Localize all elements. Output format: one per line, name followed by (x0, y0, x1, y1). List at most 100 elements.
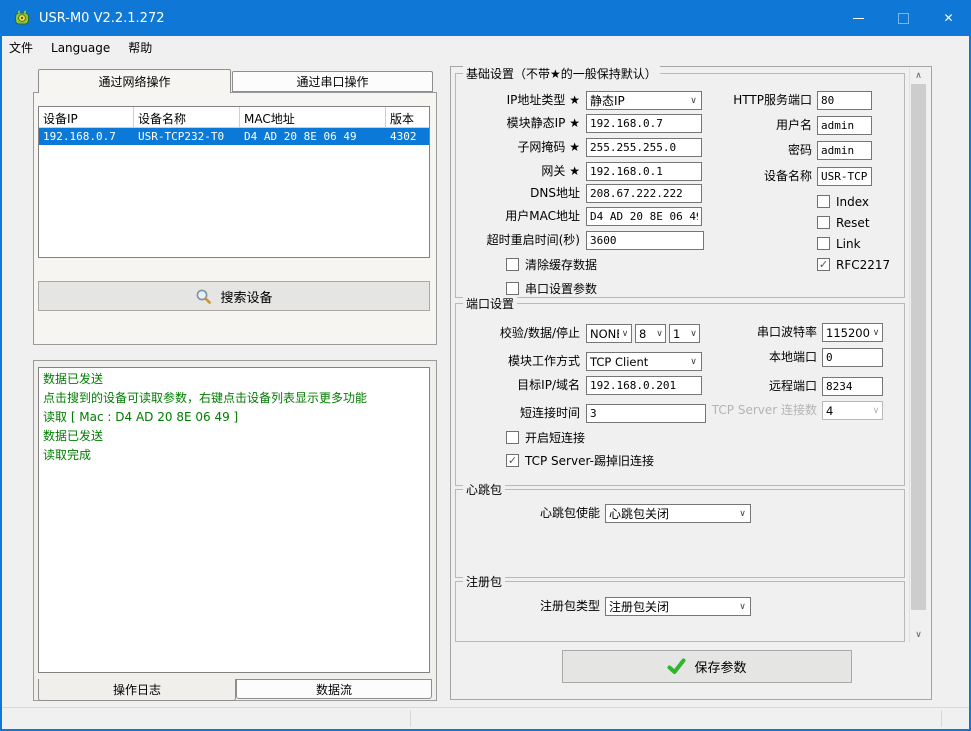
max-conn-select: 4 ∨ (822, 401, 883, 420)
serial-params-checkbox[interactable]: 串口设置参数 (506, 281, 597, 296)
local-port-label: 本地端口 (768, 350, 817, 364)
search-device-button[interactable]: 搜索设备 (38, 281, 430, 311)
header-mac[interactable]: MAC地址 (240, 107, 386, 128)
header-device-ip[interactable]: 设备IP (39, 107, 134, 128)
header-device-name[interactable]: 设备名称 (134, 107, 240, 128)
reset-box (817, 216, 830, 229)
tab-serial[interactable]: 通过串口操作 (232, 71, 433, 92)
tab-data-stream-label: 数据流 (315, 682, 352, 697)
maximize-button[interactable] (881, 0, 926, 36)
user-mac-label: 用户MAC地址 (505, 209, 580, 223)
local-port-input[interactable] (822, 348, 883, 367)
scroll-down-arrow[interactable]: ∨ (910, 626, 927, 643)
maximize-icon (898, 12, 909, 24)
minimize-icon (853, 17, 864, 19)
tab-operation-log[interactable]: 操作日志 (38, 679, 236, 701)
parity-label: 校验/数据/停止 (499, 326, 580, 340)
device-ip-cell: 192.168.0.7 (43, 130, 116, 143)
max-conn-value: 4 (826, 403, 834, 418)
rfc2217-checkbox[interactable]: ✓ RFC2217 (817, 257, 890, 272)
close-button[interactable]: ✕ (926, 0, 971, 36)
log-line: 读取 [ Mac : D4 AD 20 8E 06 49 ] (43, 410, 239, 424)
short-conn-label: 开启短连接 (525, 431, 586, 445)
group-basic-legend: 基础设置（不带★的一般保持默认） (463, 65, 660, 82)
rfc2217-label: RFC2217 (836, 257, 891, 272)
target-ip-label: 目标IP/域名 (517, 378, 580, 392)
save-params-button[interactable]: 保存参数 (562, 650, 852, 683)
max-conn-label: TCP Server 连接数 (711, 403, 817, 417)
device-name-input[interactable] (817, 167, 872, 186)
status-divider (941, 710, 942, 727)
subnet-mask-label: 子网掩码 ★ (517, 140, 580, 154)
window-title: USR-M0 V2.2.1.272 (39, 10, 165, 26)
kick-old-conn-checkbox[interactable]: ✓ TCP Server-踢掉旧连接 (506, 453, 654, 468)
index-label: Index (836, 194, 870, 209)
group-heartbeat-legend: 心跳包 (463, 481, 506, 498)
short-conn-box (506, 431, 519, 444)
link-checkbox[interactable]: Link (817, 236, 861, 251)
short-conn-checkbox[interactable]: 开启短连接 (506, 430, 585, 445)
settings-scrollbar: ∧ ∨ (909, 67, 926, 643)
scroll-up-arrow[interactable]: ∧ (910, 67, 927, 84)
static-ip-label: 模块静态IP ★ (506, 116, 580, 130)
serial-params-box (506, 282, 519, 295)
clear-cache-checkbox[interactable]: 清除缓存数据 (506, 257, 597, 272)
log-output[interactable]: 数据已发送 点击搜到的设备可读取参数，右键点击设备列表显示更多功能 读取 [ M… (38, 367, 430, 673)
minimize-button[interactable] (836, 0, 881, 36)
search-device-label: 搜索设备 (220, 290, 273, 306)
serial-params-label: 串口设置参数 (525, 282, 598, 296)
index-box (817, 195, 830, 208)
heartbeat-enable-select[interactable]: 心跳包关闭 ∨ (605, 504, 751, 523)
group-port-legend: 端口设置 (463, 295, 518, 312)
device-name-cell: USR-TCP232-T0 (138, 130, 225, 143)
scrollbar-thumb[interactable] (911, 84, 926, 610)
menu-file[interactable]: 文件 (0, 36, 42, 59)
dns-label: DNS地址 (530, 186, 580, 200)
tab-network[interactable]: 通过网络操作 (38, 69, 231, 93)
regpack-type-select[interactable]: 注册包关闭 ∨ (605, 597, 751, 616)
baud-rate-select[interactable]: 115200 ∨ (822, 323, 883, 342)
tab-serial-label: 通过串口操作 (296, 75, 369, 89)
remote-port-label: 远程端口 (768, 379, 817, 393)
device-mac-cell: D4 AD 20 8E 06 49 (244, 130, 357, 143)
clear-cache-label: 清除缓存数据 (525, 258, 598, 272)
tab-network-label: 通过网络操作 (98, 75, 171, 89)
clear-cache-box (506, 258, 519, 271)
dns-input[interactable] (586, 184, 702, 203)
device-row[interactable]: 192.168.0.7 USR-TCP232-T0 D4 AD 20 8E 06… (39, 128, 429, 145)
databits-select[interactable]: 8 ∨ (635, 324, 666, 343)
window-controls: ✕ (836, 0, 971, 36)
reset-checkbox[interactable]: Reset (817, 215, 870, 230)
tab-operation-log-label: 操作日志 (112, 683, 161, 697)
log-line: 数据已发送 (43, 372, 104, 386)
link-box (817, 237, 830, 250)
reset-label: Reset (836, 215, 870, 230)
device-version-cell: 4302 (390, 130, 417, 143)
log-line: 读取完成 (43, 448, 92, 462)
remote-port-input[interactable] (822, 377, 883, 396)
index-checkbox[interactable]: Index (817, 194, 869, 209)
menu-language[interactable]: Language (42, 38, 119, 58)
regpack-type-label: 注册包类型 (539, 599, 600, 613)
link-label: Link (836, 236, 861, 251)
password-input[interactable] (817, 141, 872, 160)
tab-data-stream[interactable]: 数据流 (236, 679, 432, 699)
baud-rate-label: 串口波特率 (756, 325, 817, 339)
http-port-label: HTTP服务端口 (733, 93, 812, 107)
heartbeat-enable-value: 心跳包关闭 (609, 507, 670, 521)
username-input[interactable] (817, 116, 872, 135)
header-version[interactable]: 版本 (386, 107, 429, 128)
timeout-restart-input[interactable] (586, 231, 704, 250)
baud-rate-value: 115200 (826, 325, 870, 340)
http-port-input[interactable] (817, 91, 872, 110)
kick-old-conn-box: ✓ (506, 454, 519, 467)
kick-old-conn-label: TCP Server-踢掉旧连接 (525, 454, 654, 468)
titlebar[interactable]: USR-M0 V2.2.1.272 ✕ (0, 0, 971, 36)
menu-help[interactable]: 帮助 (119, 36, 161, 59)
save-params-label: 保存参数 (694, 661, 747, 676)
device-name-label: 设备名称 (763, 169, 812, 183)
device-table[interactable]: 设备IP 设备名称 MAC地址 版本 192.168.0.7 USR-TCP23… (38, 106, 430, 258)
user-mac-input[interactable] (586, 207, 702, 226)
parity-select[interactable]: NONE ∨ (586, 324, 632, 343)
status-bar (2, 707, 969, 729)
